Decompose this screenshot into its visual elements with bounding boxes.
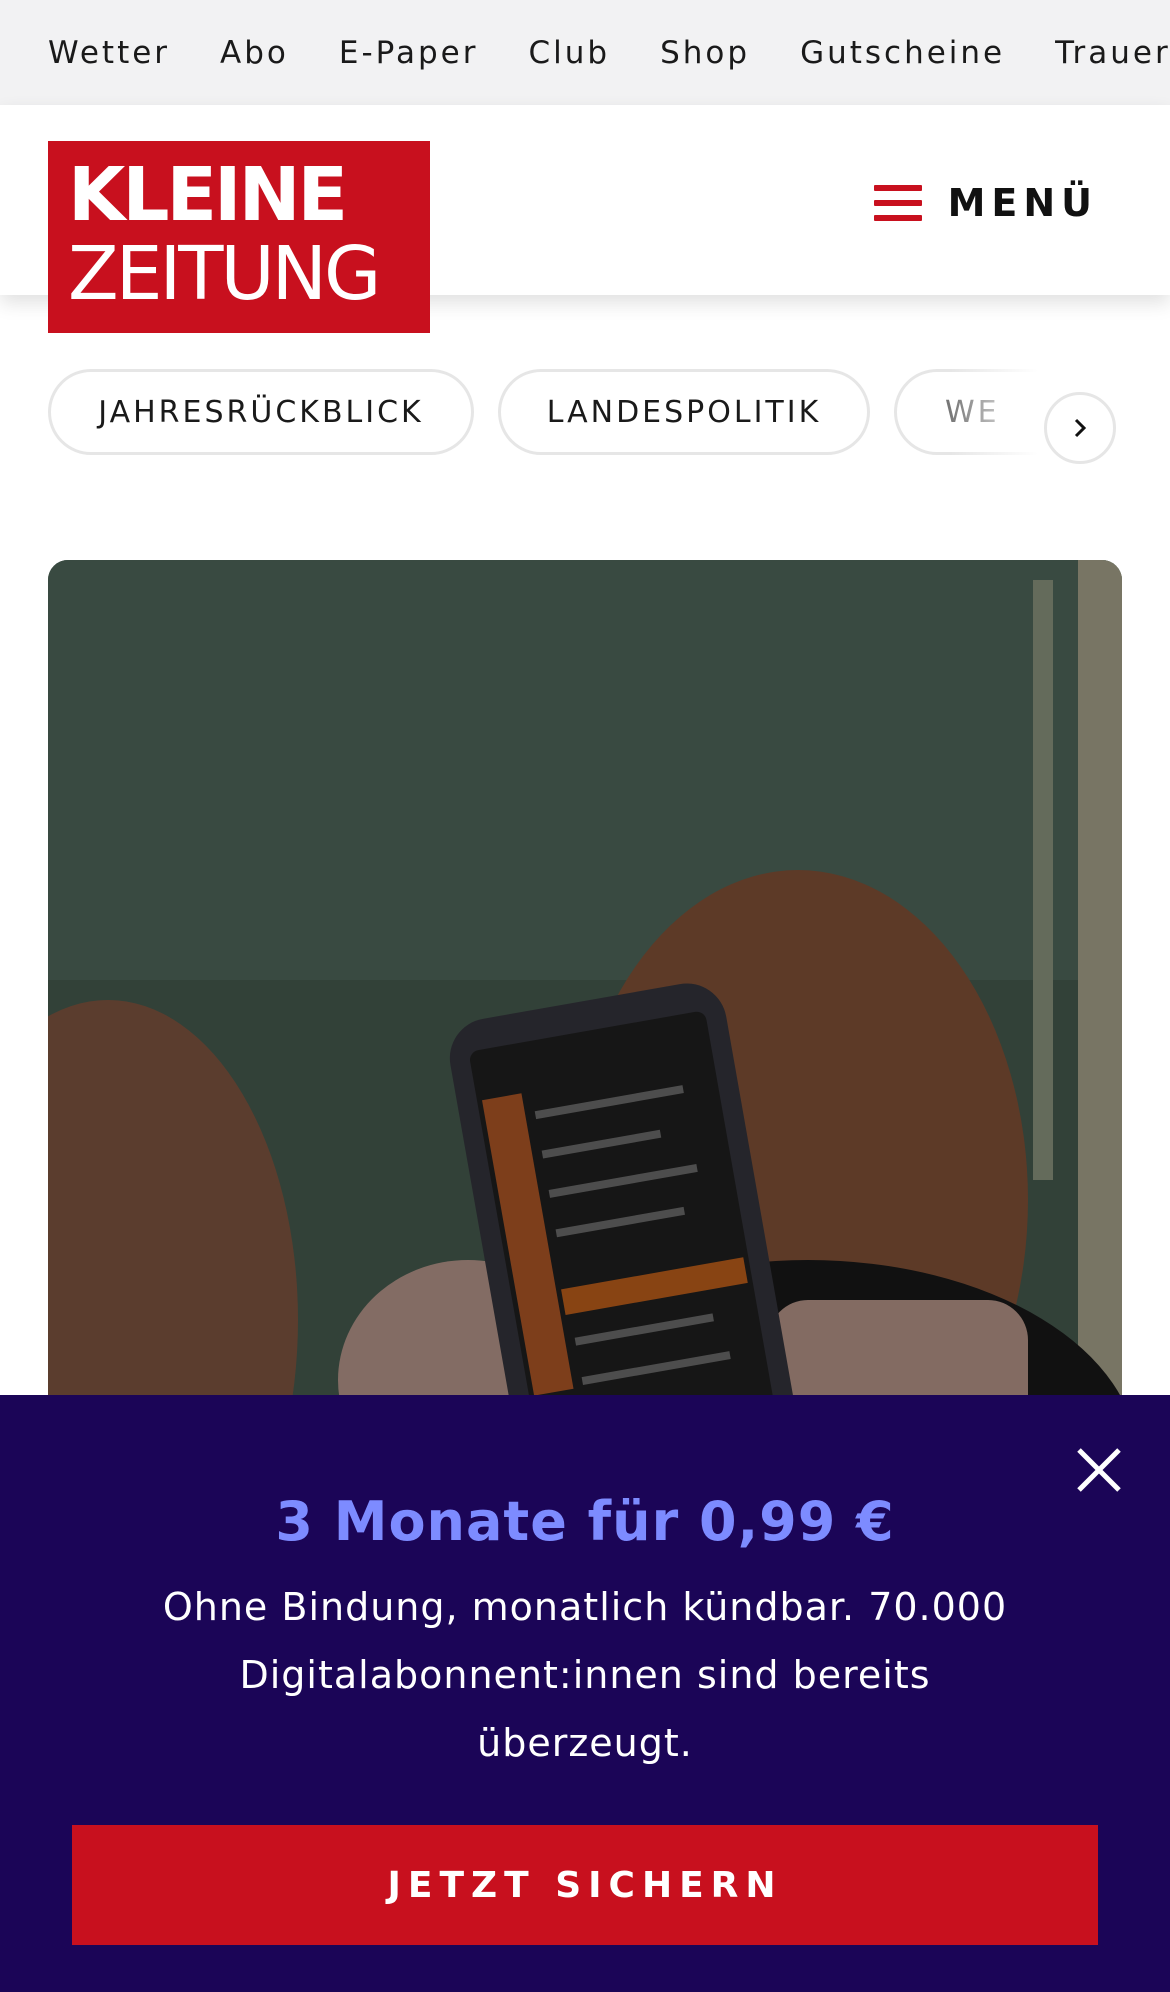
site-header: KLEINE ZEITUNG MENÜ xyxy=(0,105,1170,333)
chevron-right-icon xyxy=(1074,418,1087,438)
utility-links: Wetter Abo E-Paper Club Shop Gutscheine … xyxy=(48,0,1170,105)
topic-chips: JAHRESRÜCKBLICK LANDESPOLITIK WE xyxy=(0,365,1170,465)
nav-link-shop[interactable]: Shop xyxy=(660,35,750,71)
offer-headline: 3 Monate für 0,99 € xyxy=(275,1490,895,1553)
chips-next-button[interactable] xyxy=(1044,392,1116,464)
site-logo[interactable]: KLEINE ZEITUNG xyxy=(48,141,430,333)
subscription-banner: 3 Monate für 0,99 € Ohne Bindung, monatl… xyxy=(0,1395,1170,1992)
logo-line-2: ZEITUNG xyxy=(68,231,381,317)
image-dim-overlay xyxy=(48,560,1122,1460)
hamburger-icon xyxy=(873,185,922,221)
utility-nav: Wetter Abo E-Paper Club Shop Gutscheine … xyxy=(0,0,1170,105)
nav-link-abo[interactable]: Abo xyxy=(220,35,289,71)
menu-label: MENÜ xyxy=(947,181,1098,225)
subscribe-button[interactable]: JETZT SICHERN xyxy=(72,1825,1098,1945)
close-banner-button[interactable] xyxy=(1074,1445,1124,1495)
nav-link-wetter[interactable]: Wetter xyxy=(48,35,170,71)
chip-landespolitik[interactable]: LANDESPOLITIK xyxy=(498,369,870,455)
offer-description: Ohne Bindung, monatlich kündbar. 70.000 … xyxy=(162,1585,1008,1765)
nav-link-epaper[interactable]: E-Paper xyxy=(339,35,479,71)
nav-link-club[interactable]: Club xyxy=(528,35,610,71)
nav-link-gutscheine[interactable]: Gutscheine xyxy=(800,35,1005,71)
menu-button[interactable]: MENÜ xyxy=(873,165,1098,241)
chip-jahresrueckblick[interactable]: JAHRESRÜCKBLICK xyxy=(48,369,474,455)
nav-link-trauerportal[interactable]: Trauerportal xyxy=(1055,35,1170,71)
close-icon xyxy=(1077,1448,1121,1492)
article-hero-image[interactable] xyxy=(48,560,1122,1460)
logo-line-1: KLEINE xyxy=(68,152,348,238)
